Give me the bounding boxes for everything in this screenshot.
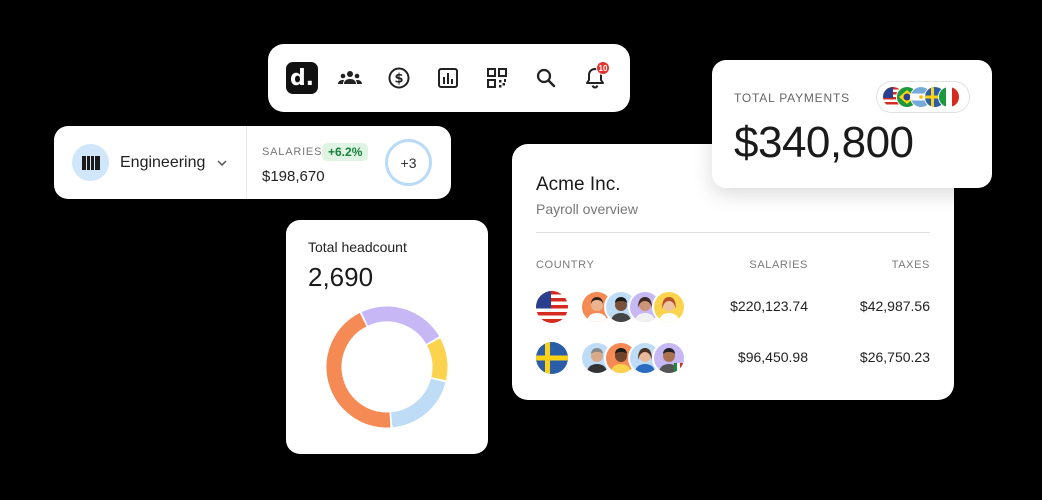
change-badge: +6.2% (322, 143, 369, 161)
search-icon[interactable] (529, 61, 563, 95)
bell-icon[interactable]: 10 (578, 61, 612, 95)
table-row[interactable]: $220,123.74 $42,987.56 (536, 287, 930, 327)
row-taxes: $26,750.23 (859, 349, 930, 365)
department-name: Engineering (120, 153, 206, 171)
column-header-country: COUNTRY (536, 259, 595, 271)
salaries-value: $198,670 (262, 168, 325, 185)
payroll-subtitle: Payroll overview (536, 201, 638, 217)
row-taxes: $42,987.56 (859, 298, 930, 314)
department-card: Engineering SALARIES +6.2% $198,670 +3 (54, 126, 451, 199)
avatar[interactable] (652, 290, 686, 324)
row-salaries: $220,123.74 (730, 298, 808, 314)
total-payments-value: $340,800 (734, 118, 914, 167)
divider (536, 232, 930, 233)
salaries-label: SALARIES (262, 146, 323, 158)
headcount-donut-chart (326, 306, 448, 428)
donut-segment (426, 338, 448, 381)
avatar[interactable] (652, 341, 686, 375)
people-icon[interactable] (333, 61, 367, 95)
donut-segment (390, 378, 446, 428)
us-flag-icon (536, 291, 568, 323)
donut-segment (361, 306, 440, 345)
donut-segment (326, 312, 391, 428)
app-logo[interactable]: d. (286, 62, 318, 94)
company-name: Acme Inc. (536, 174, 621, 195)
currency-flags[interactable] (876, 81, 970, 113)
more-departments-button[interactable]: +3 (385, 139, 432, 186)
dollar-icon[interactable]: $ (382, 61, 416, 95)
total-payments-card: TOTAL PAYMENTS $340,800 (712, 60, 992, 188)
headcount-card: Total headcount 2,690 (286, 220, 488, 454)
italy-flag-icon (938, 86, 960, 108)
column-header-salaries: SALARIES (749, 259, 808, 271)
employee-avatars (580, 290, 686, 324)
employee-avatars (580, 341, 686, 375)
chart-icon[interactable] (431, 61, 465, 95)
sweden-flag-icon (536, 342, 568, 374)
total-payments-label: TOTAL PAYMENTS (734, 91, 850, 105)
table-row[interactable]: $96,450.98 $26,750.23 (536, 338, 930, 378)
department-selector[interactable]: Engineering (54, 126, 247, 199)
building-icon (72, 144, 109, 181)
top-toolbar: d. $ 10 (268, 44, 630, 112)
headcount-label: Total headcount (308, 239, 407, 255)
chevron-down-icon (217, 159, 227, 166)
headcount-value: 2,690 (308, 262, 374, 292)
qr-code-icon[interactable] (480, 61, 514, 95)
column-header-taxes: TAXES (891, 259, 930, 271)
row-salaries: $96,450.98 (737, 349, 808, 365)
svg-text:$: $ (394, 72, 403, 87)
salaries-summary: SALARIES +6.2% $198,670 +3 (247, 126, 451, 199)
notification-badge: 10 (596, 61, 610, 75)
